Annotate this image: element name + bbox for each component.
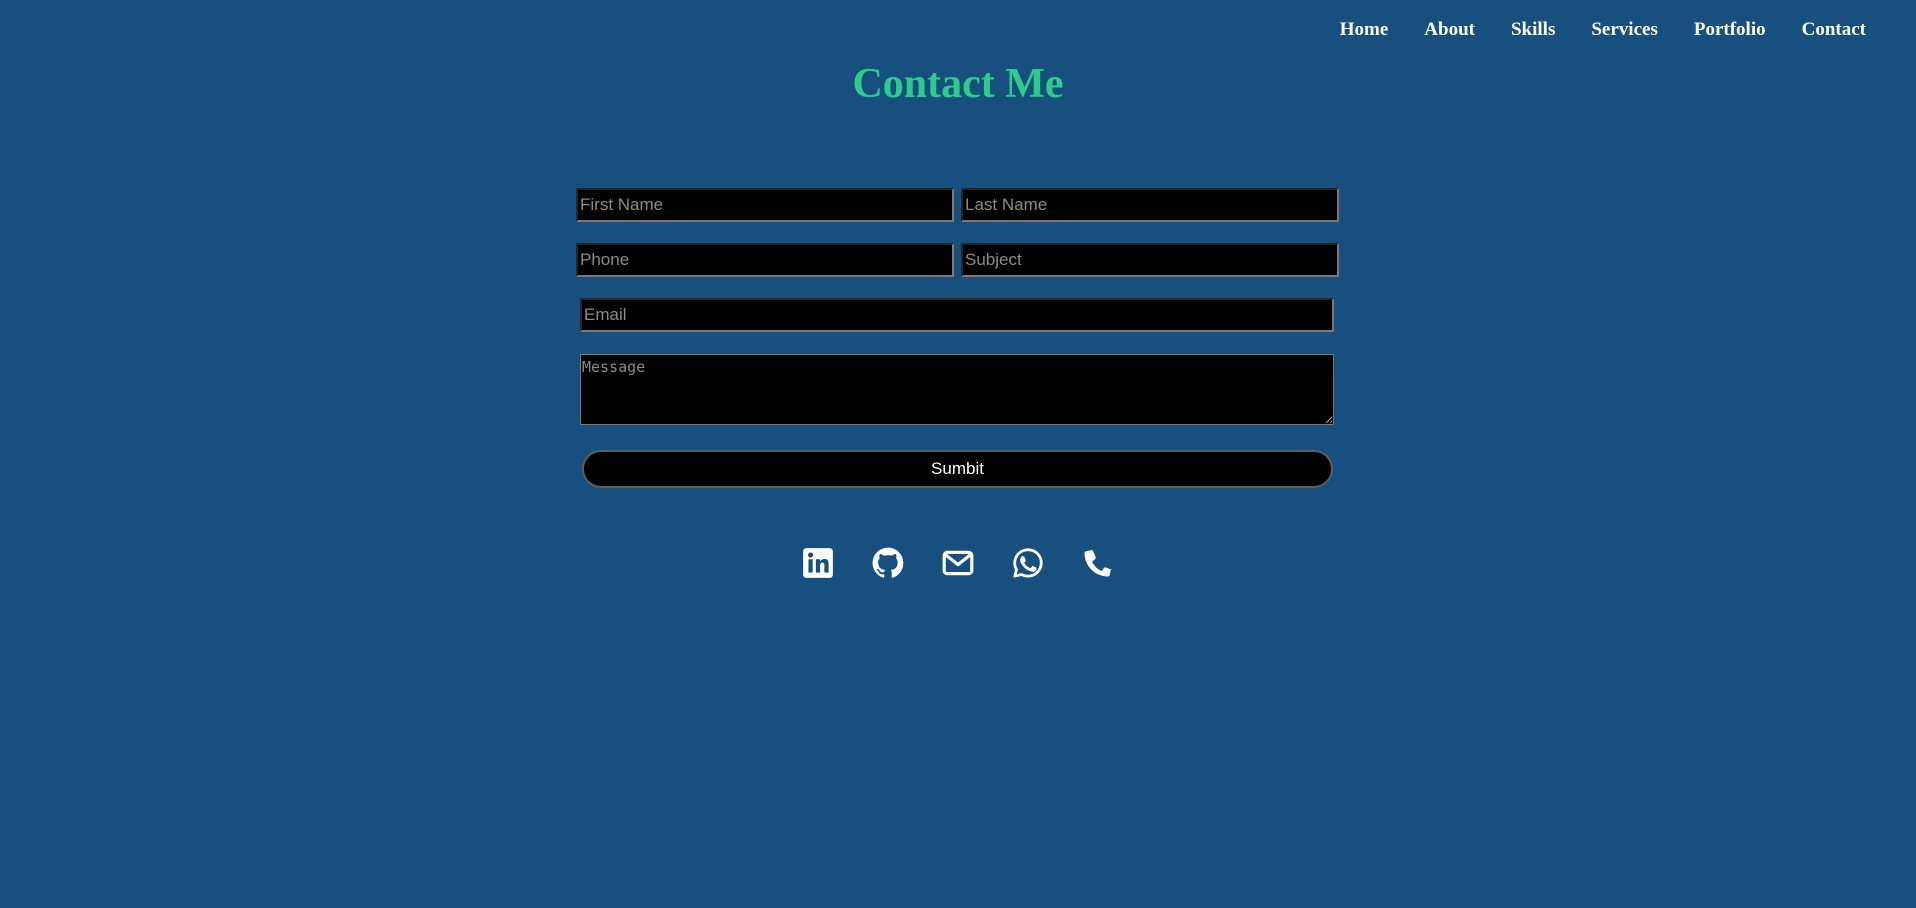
linkedin-link[interactable]: [800, 545, 836, 581]
main-nav: Home About Skills Services Portfolio Con…: [1304, 18, 1866, 42]
last-name-field[interactable]: [961, 188, 1339, 222]
whatsapp-link[interactable]: [1010, 545, 1046, 581]
nav-link-about[interactable]: About: [1424, 18, 1475, 42]
nav-link-services[interactable]: Services: [1591, 18, 1657, 42]
linkedin-icon: [803, 548, 833, 578]
email-field[interactable]: [580, 298, 1334, 332]
nav-link-home[interactable]: Home: [1340, 18, 1389, 42]
first-name-field[interactable]: [576, 188, 954, 222]
phone-link[interactable]: [1080, 545, 1116, 581]
phone-field[interactable]: [576, 243, 954, 277]
email-link[interactable]: [940, 545, 976, 581]
phone-icon: [1084, 550, 1113, 577]
nav-link-portfolio[interactable]: Portfolio: [1694, 18, 1766, 42]
subject-field[interactable]: [961, 243, 1339, 277]
envelope-icon: [942, 550, 974, 576]
social-links: [0, 545, 1916, 581]
nav-link-skills[interactable]: Skills: [1511, 18, 1555, 42]
github-link[interactable]: [870, 545, 906, 581]
github-icon: [872, 547, 904, 578]
submit-button[interactable]: Sumbit: [582, 450, 1333, 488]
nav-link-contact[interactable]: Contact: [1802, 18, 1866, 42]
page-title: Contact Me: [852, 61, 1064, 107]
message-field[interactable]: [580, 354, 1334, 425]
whatsapp-icon: [1013, 548, 1043, 578]
